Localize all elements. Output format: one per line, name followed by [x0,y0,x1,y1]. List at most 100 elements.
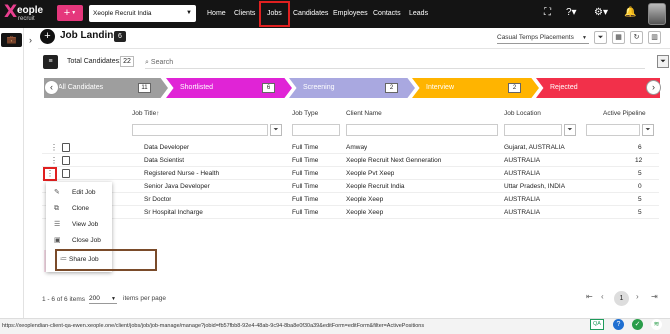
share-icon: ≔ [60,256,67,263]
help-icon[interactable]: ?▾ [566,8,577,18]
client-name-filter-input[interactable] [346,124,498,136]
job-location-filter-input[interactable] [504,124,562,136]
logo-mark: X [4,2,18,22]
nav-clients[interactable]: Clients [234,0,255,28]
filter-icon[interactable]: ⏷ [657,55,669,68]
chevron-left-icon[interactable]: ‹ [44,80,59,95]
stage-interview[interactable]: Interview 2 [412,78,539,98]
cell-client-name[interactable]: Amway [346,142,367,154]
columns-icon[interactable]: ▥ [648,31,661,44]
stage-count: 2 [508,83,521,93]
chevron-right-icon[interactable]: › [646,80,661,95]
row-menu-icon[interactable]: ⋮ [50,142,58,154]
cell-job-title[interactable]: Senior Java Developer [144,181,210,193]
filter-toggle-button[interactable]: ≡ [43,55,58,69]
cell-active-pipeline: 0 [638,183,642,190]
menu-share-job[interactable]: ≔ Share Job [55,249,157,271]
table-row[interactable]: ⋮ Data Scientist Full Time Xeople Recrui… [42,155,659,167]
chevron-down-icon: ▼ [186,10,192,16]
column-header-job-type[interactable]: Job Type [292,106,318,121]
view-select[interactable]: Casual Temps Placements ▼ [497,32,589,44]
quick-add-button[interactable]: +▼ [57,5,83,21]
filter-icon[interactable]: ⏷ [564,124,576,136]
column-header-job-location[interactable]: Job Location [504,106,541,121]
menu-item-label: Close Job [72,237,101,244]
page-size-select[interactable]: 200 ▼ [89,294,117,304]
grid-view-icon[interactable]: ▦ [612,31,625,44]
next-page-icon[interactable]: › [636,292,639,301]
plus-icon: + [63,7,71,19]
row-menu-icon[interactable]: ⋮ [43,167,57,181]
cell-job-type: Full Time [292,157,319,164]
cell-job-location: Uttar Pradesh, INDIA [504,183,566,190]
page-number-current[interactable]: 1 [614,291,629,306]
cell-client-name[interactable]: Xeople Recruit India [346,181,405,193]
cell-job-location: AUSTRALIA [504,209,541,216]
column-header-active-pipeline[interactable]: Active Pipeline [603,106,646,121]
table-row[interactable]: Senior Java Developer Full Time Xeople R… [42,181,659,193]
menu-clone[interactable]: ⧉ Clone [46,201,112,217]
cell-job-title[interactable]: Registered Nurse - Health [144,168,219,180]
table-row[interactable]: Sr Hospital Incharge Full Time Xeople Xe… [42,207,659,219]
menu-close-job[interactable]: ▣ Close Job [46,233,112,249]
bell-icon[interactable]: 🔔 [624,8,636,18]
filter-icon[interactable]: ⏷ [270,124,282,136]
cell-job-title[interactable]: Data Developer [144,142,189,154]
filter-icon[interactable]: ⏷ [642,124,654,136]
chevron-down-icon: ▼ [582,35,587,41]
menu-edit-job[interactable]: ✎ Edit Job [46,185,112,201]
cell-client-name[interactable]: Xeople Xeep [346,194,383,206]
nav-candidates[interactable]: Candidates [293,0,328,28]
table-row[interactable]: ⋮ Registered Nurse - Health Full Time Xe… [42,167,659,181]
chevron-down-icon: ▼ [71,10,77,17]
row-menu-icon[interactable]: ⋮ [50,155,58,167]
add-job-button[interactable]: + [40,29,55,44]
cell-active-pipeline: 12 [635,157,643,164]
tenant-select[interactable]: Xeople Recruit India ▼ [89,5,196,22]
nav-leads[interactable]: Leads [409,0,428,28]
page-size-value: 200 [89,295,100,302]
stage-all-candidates[interactable]: All Candidates 11 [44,78,168,98]
cell-client-name[interactable]: Xeople Recruit Next Genneration [346,155,441,167]
last-page-icon[interactable]: ⇥ [651,292,658,301]
cell-active-pipeline: 5 [638,196,642,203]
nav-home[interactable]: Home [207,0,226,28]
stage-rejected[interactable]: Rejected [536,78,660,98]
refresh-icon[interactable]: ↻ [630,31,643,44]
chevron-right-icon[interactable]: › [29,35,32,45]
stage-screening[interactable]: Screening 2 [289,78,415,98]
nav-employees[interactable]: Employees [333,0,368,28]
nav-jobs[interactable]: Jobs [259,1,290,27]
settings-icon[interactable]: ⚙▾ [594,8,608,18]
cell-job-title[interactable]: Sr Hospital Incharge [144,207,203,219]
xeople-logo[interactable]: X eople recruit [4,2,48,25]
first-page-icon[interactable]: ⇤ [586,292,593,301]
nav-contacts[interactable]: Contacts [373,0,401,28]
cell-job-title[interactable]: Data Scientist [144,155,184,167]
menu-item-label: Clone [72,205,89,212]
qa-badge[interactable]: QA [590,319,604,330]
prev-page-icon[interactable]: ‹ [601,292,604,301]
cell-job-title[interactable]: Sr Doctor [144,194,171,206]
job-type-filter-input[interactable] [292,124,340,136]
cell-client-name[interactable]: Xeople Xeep [346,207,383,219]
stage-shortlisted[interactable]: Shortlisted 6 [166,78,292,98]
help-icon[interactable]: ? [613,319,624,330]
column-header-client-name[interactable]: Client Name [346,106,382,121]
column-header-job-title[interactable]: Job Title↑ [132,106,159,121]
job-title-filter-input[interactable] [132,124,268,136]
table-row[interactable]: Sr Doctor Full Time Xeople Xeep AUSTRALI… [42,194,659,206]
cell-client-name[interactable]: Xeople Pvt Xeep [346,168,394,180]
fullscreen-icon[interactable]: ⛶ [544,8,551,18]
menu-view-job[interactable]: ☰ View Job [46,217,112,233]
check-icon[interactable]: ✓ [632,319,643,330]
avatar[interactable] [648,3,666,25]
briefcase-icon[interactable]: 💼 [1,33,22,47]
table-row[interactable]: ⋮ Data Developer Full Time Amway Gujarat… [42,142,659,154]
cell-job-location: AUSTRALIA [504,196,541,203]
filter-icon[interactable]: ⏷ [594,31,607,44]
search-input[interactable]: ⌕ Search [145,57,645,69]
cell-active-pipeline: 5 [638,170,642,177]
active-pipeline-filter-input[interactable] [586,124,640,136]
menu-item-label: Share Job [69,256,99,263]
